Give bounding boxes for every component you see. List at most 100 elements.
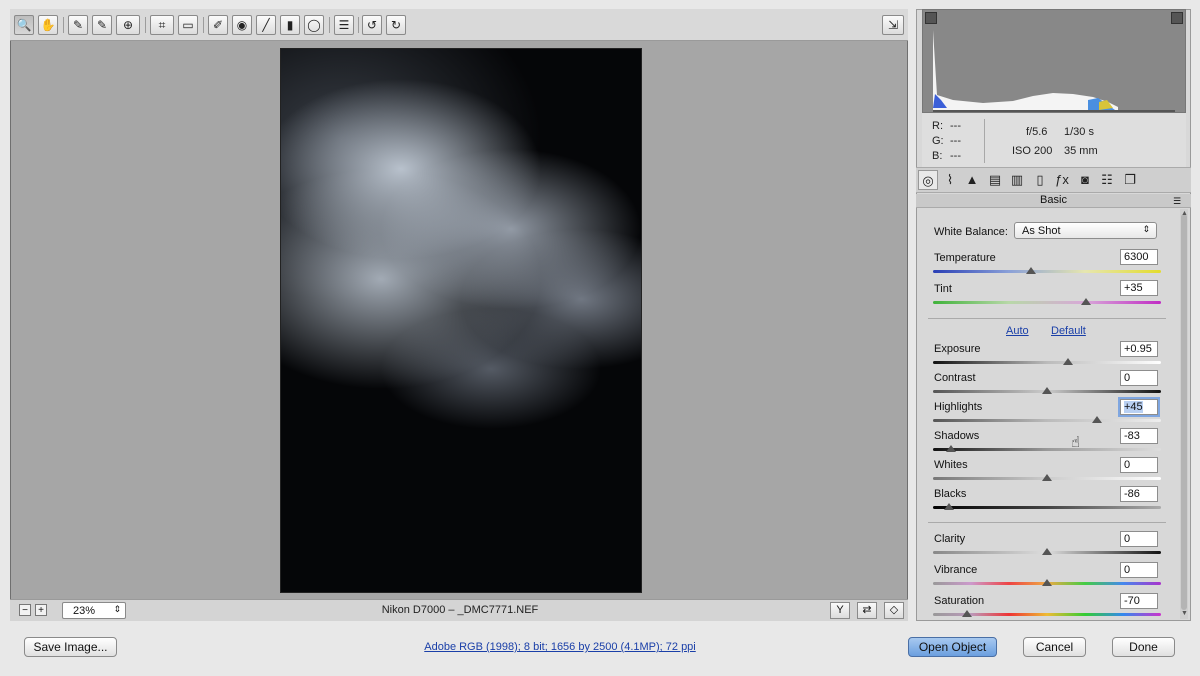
slider-label-blacks: Blacks xyxy=(934,488,967,500)
rotate-left-icon[interactable]: ↺ xyxy=(362,15,382,35)
slider-label-vibrance: Vibrance xyxy=(934,564,978,576)
crop-tool-icon[interactable]: ⌗ xyxy=(150,15,174,35)
zoom-out-button[interactable]: − xyxy=(19,604,31,616)
temperature-field[interactable]: 6300 xyxy=(1120,249,1158,265)
default-link[interactable]: Default xyxy=(1051,325,1086,337)
shutter-speed: 1/30 s xyxy=(1064,126,1094,138)
whites-field[interactable]: 0 xyxy=(1120,457,1158,473)
white-balance-value: As Shot xyxy=(1022,225,1061,237)
vibrance-field[interactable]: 0 xyxy=(1120,562,1158,578)
fullscreen-icon[interactable]: ⇲ xyxy=(882,15,904,35)
status-bar: − + 23% ⇕ Nikon D7000 – _DMC7771.NEF Y ⇄… xyxy=(10,599,908,621)
b-value: --- xyxy=(950,150,961,162)
highlights-field[interactable]: +45 xyxy=(1118,397,1160,417)
panel-menu-icon[interactable]: ☰ xyxy=(1173,196,1181,207)
lens-corrections-tab-icon[interactable]: ▯ xyxy=(1030,170,1050,190)
highlights-slider-track[interactable] xyxy=(933,419,1161,422)
clarity-slider-thumb[interactable] xyxy=(1042,548,1052,555)
exposure-slider-track[interactable] xyxy=(933,361,1161,364)
clarity-field[interactable]: 0 xyxy=(1120,531,1158,547)
auto-link[interactable]: Auto xyxy=(1006,325,1029,337)
preferences-icon[interactable]: ☰ xyxy=(334,15,354,35)
snapshots-tab-icon[interactable]: ❐ xyxy=(1120,170,1140,190)
g-label: G: xyxy=(932,135,944,147)
basic-tab-icon[interactable]: ◎ xyxy=(918,170,938,190)
blacks-slider-track[interactable] xyxy=(933,506,1161,509)
tint-slider-thumb[interactable] xyxy=(1080,298,1091,305)
adjustment-brush-tool-icon[interactable]: ╱ xyxy=(256,15,276,35)
red-eye-tool-icon[interactable]: ◉ xyxy=(232,15,252,35)
highlights-slider-thumb[interactable] xyxy=(1092,416,1103,423)
slider-label-whites: Whites xyxy=(934,459,968,471)
cancel-button[interactable]: Cancel xyxy=(1023,637,1086,657)
vibrance-slider-thumb[interactable] xyxy=(1042,579,1052,586)
white-balance-select[interactable]: As Shot ⇕ xyxy=(1014,222,1157,239)
color-sampler-tool-icon[interactable]: ✎ xyxy=(92,15,112,35)
zoom-in-button[interactable]: + xyxy=(35,604,47,616)
histogram xyxy=(922,9,1186,113)
panel-scroll-thumb[interactable] xyxy=(1181,214,1187,610)
saturation-slider-thumb[interactable] xyxy=(962,610,973,617)
white-balance-label: White Balance: xyxy=(934,226,1008,238)
open-object-button[interactable]: Open Object xyxy=(908,637,997,657)
slider-label-temperature: Temperature xyxy=(934,252,996,264)
radial-filter-tool-icon[interactable]: ◯ xyxy=(304,15,324,35)
blacks-field[interactable]: -86 xyxy=(1120,486,1158,502)
focal-length: 35 mm xyxy=(1064,145,1098,157)
done-button[interactable]: Done xyxy=(1112,637,1175,657)
contrast-slider-thumb[interactable] xyxy=(1042,387,1052,394)
scroll-up-icon[interactable]: ▲ xyxy=(1181,210,1188,217)
b-label: B: xyxy=(932,150,943,162)
graduated-filter-tool-icon[interactable]: ▮ xyxy=(280,15,300,35)
shadows-field[interactable]: -83 xyxy=(1120,428,1158,444)
r-label: R: xyxy=(932,120,943,132)
file-title: Nikon D7000 – _DMC7771.NEF xyxy=(381,604,539,616)
shadows-slider-thumb[interactable] xyxy=(946,445,957,452)
tone-curve-tab-icon[interactable]: ⌇ xyxy=(940,170,960,190)
chevron-updown-icon: ⇕ xyxy=(113,604,121,614)
contrast-field[interactable]: 0 xyxy=(1120,370,1158,386)
toggle-preview-icon[interactable]: ◇ xyxy=(884,602,904,619)
histogram-graph xyxy=(933,30,1175,112)
rotate-right-icon[interactable]: ↻ xyxy=(386,15,406,35)
camera-calibration-tab-icon[interactable]: ◙ xyxy=(1075,170,1095,190)
panel-tabs: ◎ ⌇ ▲ ▤ ▥ ▯ ƒx ◙ ☷ ❐ xyxy=(916,167,1191,193)
save-image-button[interactable]: Save Image... xyxy=(24,637,117,657)
zoom-level-value: 23% xyxy=(73,605,96,617)
photo-preview[interactable] xyxy=(280,48,642,593)
saturation-field[interactable]: -70 xyxy=(1120,593,1158,609)
zoom-tool-icon[interactable]: 🔍 xyxy=(14,15,34,35)
spot-removal-tool-icon[interactable]: ✐ xyxy=(208,15,228,35)
exposure-field[interactable]: +0.95 xyxy=(1120,341,1158,357)
zoom-level-select[interactable]: 23% ⇕ xyxy=(62,602,126,619)
exposure-slider-thumb[interactable] xyxy=(1062,358,1073,365)
tint-slider-track[interactable] xyxy=(933,301,1161,304)
slider-label-tint: Tint xyxy=(934,283,952,295)
hsl-tab-icon[interactable]: ▤ xyxy=(985,170,1005,190)
tint-field[interactable]: +35 xyxy=(1120,280,1158,296)
temperature-slider-thumb[interactable] xyxy=(1026,267,1037,274)
shadows-slider-track[interactable] xyxy=(933,448,1161,451)
blacks-slider-thumb[interactable] xyxy=(943,503,954,510)
hand-tool-icon[interactable]: ✋ xyxy=(38,15,58,35)
split-toning-tab-icon[interactable]: ▥ xyxy=(1007,170,1027,190)
workflow-options-link[interactable]: Adobe RGB (1998); 8 bit; 1656 by 2500 (4… xyxy=(300,641,820,653)
effects-tab-icon[interactable]: ƒx xyxy=(1052,170,1072,190)
temperature-slider-track[interactable] xyxy=(933,270,1161,273)
slider-label-contrast: Contrast xyxy=(934,372,976,384)
r-value: --- xyxy=(950,120,961,132)
presets-tab-icon[interactable]: ☷ xyxy=(1097,170,1117,190)
slider-label-saturation: Saturation xyxy=(934,595,985,607)
hand-cursor-icon: ☝ xyxy=(1071,434,1081,451)
whites-slider-thumb[interactable] xyxy=(1042,474,1052,481)
camera-readout: R: --- G: --- B: --- f/5.6 1/30 s ISO 20… xyxy=(922,113,1186,167)
targeted-adjustment-tool-icon[interactable]: ⊕ xyxy=(116,15,140,35)
straighten-tool-icon[interactable]: ▭ xyxy=(178,15,198,35)
detail-tab-icon[interactable]: ▲ xyxy=(962,170,982,190)
scroll-down-icon[interactable]: ▼ xyxy=(1181,610,1188,617)
slider-label-exposure: Exposure xyxy=(934,343,981,355)
white-balance-tool-icon[interactable]: ✎ xyxy=(68,15,88,35)
slider-label-clarity: Clarity xyxy=(934,533,966,545)
swap-settings-icon[interactable]: ⇄ xyxy=(857,602,877,619)
before-after-icon[interactable]: Y xyxy=(830,602,850,619)
